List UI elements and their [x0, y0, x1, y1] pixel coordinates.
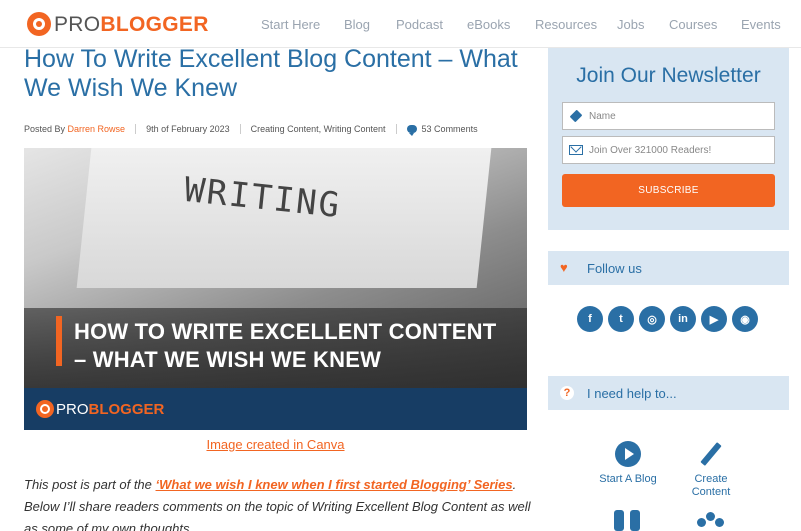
article-title: How To Write Excellent Blog Content – Wh… [24, 45, 518, 102]
post-date: 9th of February 2023 [146, 124, 230, 134]
hero-accent-bar [56, 316, 62, 366]
logo-blogger-text: BLOGGER [100, 12, 209, 36]
newsletter-widget: Join Our Newsletter Name Join Over 32100… [548, 48, 789, 230]
newsletter-title: Join Our Newsletter [576, 64, 761, 87]
start-a-blog-label: Start A Blog [599, 473, 657, 485]
mail-icon [569, 145, 583, 155]
series-link[interactable]: ‘What we wish I knew when I first starte… [156, 477, 513, 492]
meta-divider [239, 124, 241, 134]
name-field[interactable]: Name [562, 102, 775, 130]
follow-us-label: Follow us [587, 260, 642, 276]
email-placeholder: Join Over 321000 Readers! [589, 144, 712, 156]
create-content-label: Create Content [691, 473, 731, 498]
follow-us-header: ♥ Follow us [548, 251, 789, 285]
rss-icon[interactable]: ◉ [732, 306, 758, 332]
binoculars-icon[interactable] [614, 510, 640, 531]
nav-ebooks[interactable]: eBooks [467, 17, 510, 32]
facebook-icon[interactable]: f [577, 306, 603, 332]
nav-courses[interactable]: Courses [669, 17, 717, 32]
site-header: PROBLOGGER Start Here Blog Podcast eBook… [0, 0, 801, 48]
social-icons: f t ◎ in ▶ ◉ [577, 306, 763, 332]
comment-icon [406, 125, 417, 136]
post-categories[interactable]: Creating Content, Writing Content [251, 124, 386, 134]
problogger-logo-icon [27, 12, 51, 36]
nav-resources[interactable]: Resources [535, 17, 597, 32]
play-circle-icon [615, 441, 641, 467]
podcast-icon[interactable]: ◎ [639, 306, 665, 332]
hero-problogger-logo: PROBLOGGER [36, 400, 164, 418]
start-a-blog-tile[interactable]: Start A Blog [590, 441, 666, 486]
article-meta: Posted By Darren Rowse 9th of February 2… [24, 123, 478, 136]
group-icon[interactable] [697, 512, 725, 531]
nav-jobs[interactable]: Jobs [617, 17, 644, 32]
nav-blog[interactable]: Blog [344, 17, 370, 32]
article-intro: This post is part of the ‘What we wish I… [24, 477, 531, 531]
help-label: I need help to... [587, 385, 677, 401]
logo-pro-text: PRO [54, 12, 101, 36]
help-header: ? I need help to... [548, 376, 789, 410]
question-icon: ? [560, 386, 574, 400]
create-content-tile[interactable]: Create Content [675, 441, 747, 499]
email-field[interactable]: Join Over 321000 Readers! [562, 136, 775, 164]
nav-start-here[interactable]: Start Here [261, 17, 320, 32]
posted-by-label: Posted By Darren Rowse [24, 124, 126, 134]
heart-icon: ♥ [560, 260, 568, 275]
youtube-icon[interactable]: ▶ [701, 306, 727, 332]
nav-podcast[interactable]: Podcast [396, 17, 443, 32]
comments-link[interactable]: 53 Comments [422, 124, 478, 134]
meta-divider [395, 124, 397, 134]
pencil-icon [698, 441, 724, 467]
twitter-icon[interactable]: t [608, 306, 634, 332]
meta-divider [135, 124, 137, 134]
nav-events[interactable]: Events [741, 17, 781, 32]
hero-image: WRITING HOW TO WRITE EXCELLENT CONTENT –… [24, 148, 527, 430]
hero-headline: HOW TO WRITE EXCELLENT CONTENT – WHAT WE… [74, 319, 497, 372]
name-placeholder: Name [589, 110, 616, 122]
author-link[interactable]: Darren Rowse [68, 124, 126, 134]
tag-icon [569, 109, 583, 123]
image-caption-link[interactable]: Image created in Canva [24, 437, 527, 452]
problogger-logo-icon [36, 400, 54, 418]
subscribe-button[interactable]: SUBSCRIBE [562, 174, 775, 207]
linkedin-icon[interactable]: in [670, 306, 696, 332]
problogger-logo[interactable]: PROBLOGGER [27, 10, 209, 38]
